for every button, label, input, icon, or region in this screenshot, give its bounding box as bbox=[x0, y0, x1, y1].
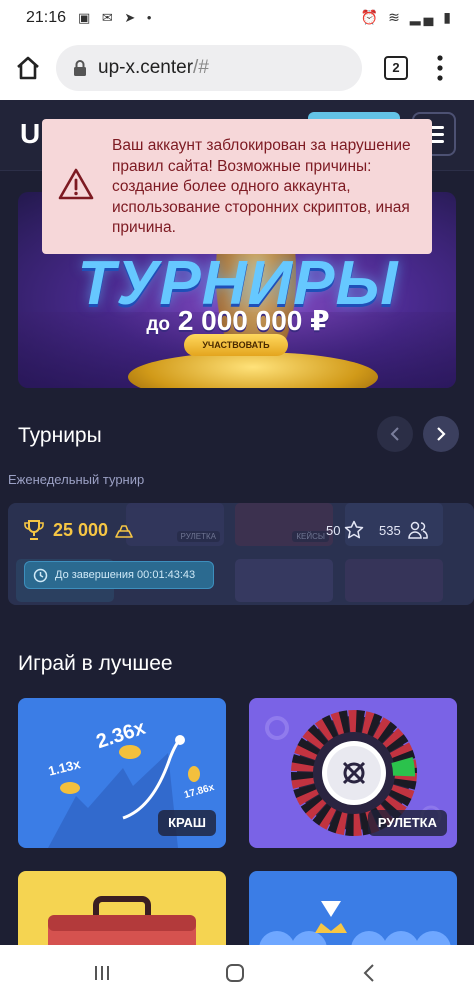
more-menu-icon[interactable] bbox=[436, 54, 444, 82]
tournament-card-label: Еженедельный турнир bbox=[8, 472, 145, 487]
android-nav-bar bbox=[0, 945, 474, 1000]
banner-subtitle: до 2 000 000 ₽ bbox=[146, 305, 330, 336]
tournament-stars: 50 bbox=[326, 523, 341, 538]
participate-button[interactable]: УЧАСТВОВАТЬ bbox=[184, 334, 288, 356]
home-icon[interactable] bbox=[14, 54, 42, 82]
url-text: up-x.center/# bbox=[98, 57, 209, 78]
lock-icon bbox=[74, 60, 86, 76]
account-blocked-alert: Ваш аккаунт заблокирован за нарушение пр… bbox=[42, 119, 432, 254]
trophy-icon bbox=[24, 520, 44, 540]
tournament-players: 535 bbox=[379, 523, 401, 538]
recents-icon[interactable] bbox=[92, 963, 112, 983]
site-logo[interactable]: U bbox=[20, 118, 40, 150]
home-nav-icon[interactable] bbox=[225, 963, 245, 983]
users-icon bbox=[408, 521, 428, 539]
system-icons: ⏰ ≋ ▂▄ ▮ bbox=[360, 9, 454, 25]
crash-label: КРАШ bbox=[158, 810, 216, 836]
games-title: Играй в лучшее bbox=[18, 652, 173, 675]
warning-icon bbox=[58, 168, 94, 200]
game-card-crash[interactable]: 2.36x 1.13x 17.86x КРАШ bbox=[18, 698, 226, 848]
back-icon[interactable] bbox=[360, 963, 380, 983]
notification-icons: ▣ ✉ ➤ • bbox=[78, 10, 156, 25]
star-icon bbox=[344, 520, 364, 539]
tab-switcher-button[interactable]: 2 bbox=[384, 56, 408, 80]
clock-icon bbox=[33, 568, 48, 583]
tournament-prize: 25 000 bbox=[53, 520, 109, 540]
tournaments-title: Турниры bbox=[18, 424, 102, 447]
tournament-timer: До завершения 00:01:43:43 bbox=[24, 561, 214, 589]
game-card-roulette[interactable]: РУЛЕТКА bbox=[249, 698, 457, 848]
tournaments-prev-button[interactable] bbox=[377, 416, 413, 452]
tournaments-next-button[interactable] bbox=[423, 416, 459, 452]
alert-message: Ваш аккаунт заблокирован за нарушение пр… bbox=[112, 137, 411, 236]
chevron-left-icon bbox=[390, 427, 399, 441]
status-bar: 21:16 ▣ ✉ ➤ • ⏰ ≋ ▂▄ ▮ bbox=[0, 0, 474, 36]
roulette-label: РУЛЕТКА bbox=[367, 810, 447, 836]
gold-ingot-icon bbox=[115, 525, 133, 538]
weekly-tournament-card[interactable]: РУЛЕТКА КЕЙСЫ 25 000 50 535 До завершени… bbox=[8, 503, 474, 605]
status-time: 21:16 bbox=[26, 9, 67, 26]
browser-toolbar: up-x.center/# 2 bbox=[0, 36, 474, 100]
address-bar[interactable]: up-x.center/# bbox=[56, 45, 362, 91]
chevron-right-icon bbox=[437, 427, 446, 441]
